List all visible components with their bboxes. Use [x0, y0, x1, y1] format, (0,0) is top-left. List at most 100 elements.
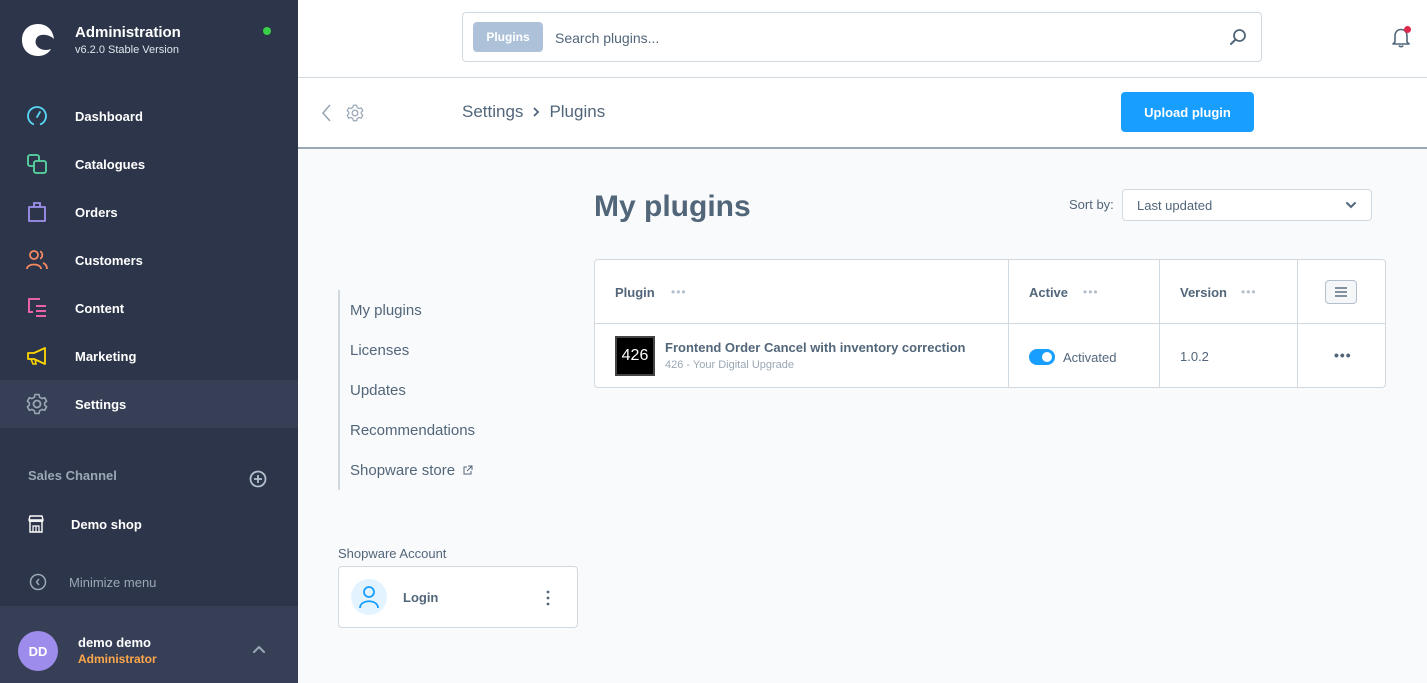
- column-header-plugin[interactable]: Plugin •••: [595, 260, 1009, 324]
- nav-item-dashboard[interactable]: Dashboard: [0, 92, 298, 140]
- plugin-nav-label: Licenses: [350, 341, 410, 359]
- column-settings-button[interactable]: [1325, 280, 1357, 304]
- breadcrumb: Settings Plugins: [462, 102, 605, 122]
- add-sales-channel-icon[interactable]: [249, 470, 267, 488]
- grid-header: Plugin ••• Active ••• Version •••: [595, 260, 1385, 324]
- plugin-vendor: 426 - Your Digital Upgrade: [665, 359, 795, 371]
- column-label: Version: [1180, 285, 1227, 300]
- shopware-account-card: Login: [338, 566, 578, 628]
- nav-item-content[interactable]: Content: [0, 284, 298, 332]
- nav-item-orders[interactable]: Orders: [0, 188, 298, 236]
- plugin-version: 1.0.2: [1180, 349, 1209, 364]
- more-vertical-icon[interactable]: [542, 589, 554, 607]
- smart-bar: Settings Plugins Upload plugin: [298, 78, 1427, 149]
- upload-plugin-button[interactable]: Upload plugin: [1121, 92, 1254, 132]
- account-avatar: [351, 579, 387, 615]
- shopware-account-label: Shopware Account: [338, 546, 447, 561]
- plugin-nav-updates[interactable]: Updates: [350, 370, 475, 410]
- plugin-nav-label: Recommendations: [350, 421, 476, 439]
- user-name: demo demo: [78, 635, 151, 650]
- plugins-grid: Plugin ••• Active ••• Version ••• 426 Fr…: [594, 259, 1386, 388]
- page-title: My plugins: [594, 190, 751, 223]
- nav-label: Orders: [75, 204, 118, 220]
- settings-module-icon: [346, 104, 364, 122]
- column-header-active[interactable]: Active •••: [1009, 260, 1160, 324]
- plugin-nav-licenses[interactable]: Licenses: [350, 330, 475, 370]
- nav-label: Content: [75, 300, 125, 316]
- user-role: Administrator: [78, 652, 157, 666]
- nav-label: Marketing: [75, 348, 137, 364]
- notification-badge: [1404, 26, 1411, 33]
- actions-cell: •••: [1298, 324, 1385, 388]
- search-input[interactable]: [555, 23, 1205, 53]
- version-cell: 1.0.2: [1160, 324, 1298, 388]
- plugin-cell: 426 Frontend Order Cancel with inventory…: [595, 324, 1009, 388]
- plugin-logo: 426: [615, 336, 655, 376]
- plugin-nav-recommendations[interactable]: Recommendations: [350, 410, 475, 450]
- external-link-icon: [463, 465, 473, 475]
- sales-channel-header: Sales Channel: [28, 468, 117, 483]
- active-cell: Activated: [1009, 324, 1160, 388]
- column-options-icon[interactable]: •••: [1241, 285, 1257, 299]
- search-icon[interactable]: [1229, 28, 1247, 46]
- orders-icon: [28, 202, 46, 222]
- sort-label: Sort by:: [1069, 197, 1114, 212]
- nav-item-settings[interactable]: Settings: [0, 380, 298, 428]
- plugin-nav-shopware-store[interactable]: Shopware store: [350, 450, 475, 490]
- nav-item-marketing[interactable]: Marketing: [0, 332, 298, 380]
- brand-header: Administration v6.2.0 Stable Version: [0, 0, 298, 80]
- chevron-down-icon: [1346, 202, 1356, 209]
- login-link[interactable]: Login: [403, 590, 438, 605]
- sort-select[interactable]: Last updated: [1122, 189, 1372, 221]
- nav-label: Catalogues: [75, 156, 146, 172]
- chevron-up-icon[interactable]: [252, 644, 266, 654]
- storefront-icon: [28, 515, 44, 533]
- catalogues-icon: [27, 154, 47, 174]
- customers-icon: [26, 250, 48, 270]
- sidebar: Administration v6.2.0 Stable Version Das…: [0, 0, 298, 683]
- content-icon: [28, 298, 46, 317]
- breadcrumb-settings[interactable]: Settings: [462, 102, 523, 122]
- main-navigation: Dashboard Catalogues Orders Customers Co…: [0, 92, 298, 428]
- nav-label: Settings: [75, 396, 127, 412]
- nav-label: Customers: [75, 252, 143, 268]
- settings-icon: [26, 393, 48, 415]
- shopware-logo-icon: [22, 24, 54, 56]
- global-search: Plugins: [462, 12, 1262, 62]
- chevron-left-circle-icon: [29, 573, 47, 591]
- plugin-name: Frontend Order Cancel with inventory cor…: [665, 340, 966, 355]
- column-options-icon[interactable]: •••: [671, 285, 687, 299]
- plugin-active-toggle[interactable]: [1029, 349, 1055, 365]
- sales-channel-label: Demo shop: [71, 517, 142, 532]
- plugin-navigation: My plugins Licenses Updates Recommendati…: [338, 290, 475, 490]
- column-options-icon[interactable]: •••: [1083, 285, 1099, 299]
- nav-item-catalogues[interactable]: Catalogues: [0, 140, 298, 188]
- breadcrumb-plugins: Plugins: [549, 102, 606, 121]
- minimize-menu-button[interactable]: Minimize menu: [0, 570, 298, 594]
- minimize-menu-label: Minimize menu: [69, 575, 157, 590]
- row-actions-icon[interactable]: •••: [1334, 347, 1352, 363]
- column-settings-cell: [1298, 260, 1385, 324]
- nav-item-customers[interactable]: Customers: [0, 236, 298, 284]
- back-arrow-icon[interactable]: [320, 103, 332, 123]
- user-menu[interactable]: DD demo demo Administrator: [0, 606, 298, 683]
- plugin-nav-label: Shopware store: [350, 461, 456, 479]
- column-header-version[interactable]: Version •••: [1160, 260, 1298, 324]
- top-bar: Plugins: [298, 0, 1427, 78]
- column-label: Plugin: [615, 285, 655, 300]
- sort-value: Last updated: [1137, 198, 1213, 213]
- nav-label: Dashboard: [75, 108, 143, 124]
- plugin-nav-label: My plugins: [350, 301, 422, 319]
- marketing-icon: [27, 347, 46, 365]
- chevron-right-icon: [533, 107, 540, 117]
- user-icon: [359, 586, 379, 609]
- active-status-label: Activated: [1063, 350, 1117, 365]
- plugin-nav-my-plugins[interactable]: My plugins: [350, 290, 475, 330]
- avatar: DD: [18, 631, 58, 671]
- column-label: Active: [1029, 285, 1069, 300]
- table-row: 426 Frontend Order Cancel with inventory…: [595, 324, 1385, 388]
- dashboard-icon: [27, 106, 47, 126]
- search-type-badge[interactable]: Plugins: [473, 22, 543, 52]
- list-icon: [1335, 287, 1347, 297]
- sales-channel-item-demo-shop[interactable]: Demo shop: [0, 510, 298, 540]
